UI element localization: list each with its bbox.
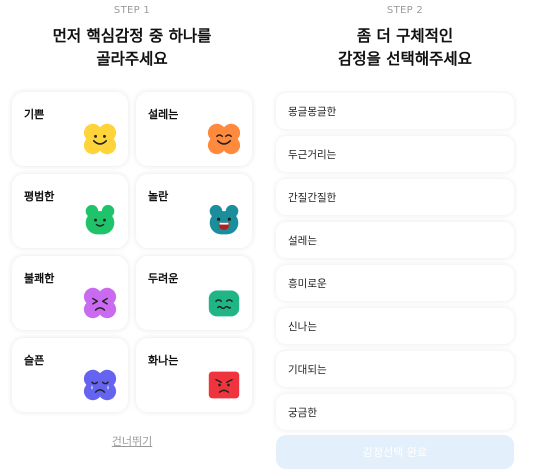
feeling-option[interactable]: 궁금한 — [276, 394, 514, 430]
displeased-face-icon — [83, 287, 117, 319]
step1-title: 먼저 핵심감정 중 하나를 골라주세요 — [0, 25, 264, 71]
emotion-grid: 기쁜 설레는 평범한 놀란 불쾌한 두려운 슬픈 화나는 — [12, 92, 252, 412]
feeling-option[interactable]: 설레는 — [276, 222, 514, 258]
emotion-label: 설레는 — [148, 108, 179, 121]
emotion-card-sad[interactable]: 슬픈 — [12, 338, 128, 412]
emotion-label: 화나는 — [148, 354, 179, 367]
feeling-option[interactable]: 신나는 — [276, 308, 514, 344]
emotion-label: 평범한 — [24, 190, 55, 203]
step2-title: 좀 더 구체적인 감정을 선택해주세요 — [270, 25, 540, 71]
feeling-option[interactable]: 몽글몽글한 — [276, 93, 514, 129]
feeling-option-list: 몽글몽글한 두근거리는 간질간질한 설레는 흥미로운 신나는 기대되는 궁금한 — [276, 93, 514, 437]
emotion-label: 두려운 — [148, 272, 179, 285]
step1-title-line2: 골라주세요 — [96, 50, 168, 68]
feeling-option[interactable]: 기대되는 — [276, 351, 514, 387]
emotion-card-joyful[interactable]: 기쁜 — [12, 92, 128, 166]
emotion-card-excited[interactable]: 설레는 — [136, 92, 252, 166]
step1-panel: STEP 1 먼저 핵심감정 중 하나를 골라주세요 기쁜 설레는 평범한 놀란… — [0, 0, 264, 475]
step2-title-line2: 감정을 선택해주세요 — [338, 50, 472, 68]
happy-face-icon — [83, 123, 117, 155]
emotion-card-unpleasant[interactable]: 불쾌한 — [12, 256, 128, 330]
emotion-card-angry[interactable]: 화나는 — [136, 338, 252, 412]
emotion-label: 기쁜 — [24, 108, 45, 121]
step1-title-line1: 먼저 핵심감정 중 하나를 — [52, 27, 212, 45]
feeling-option[interactable]: 간질간질한 — [276, 179, 514, 215]
complete-selection-button[interactable]: 감정선택 완료 — [276, 435, 514, 469]
step2-indicator: STEP 2 — [386, 5, 424, 16]
scared-face-icon — [208, 290, 240, 317]
angry-face-icon — [208, 371, 240, 399]
emotion-card-ordinary[interactable]: 평범한 — [12, 174, 128, 248]
step1-indicator: STEP 1 — [113, 5, 151, 16]
emotion-label: 놀란 — [148, 190, 169, 203]
excited-face-icon — [207, 123, 241, 155]
feeling-option[interactable]: 두근거리는 — [276, 136, 514, 172]
emotion-label: 불쾌한 — [24, 272, 55, 285]
step2-panel: STEP 2 좀 더 구체적인 감정을 선택해주세요 몽글몽글한 두근거리는 간… — [270, 0, 540, 475]
emotion-label: 슬픈 — [24, 354, 45, 367]
feeling-option[interactable]: 흥미로운 — [276, 265, 514, 301]
sad-face-icon — [83, 369, 117, 401]
surprised-face-icon — [209, 204, 239, 235]
calm-face-icon — [85, 204, 115, 235]
step2-title-line1: 좀 더 구체적인 — [356, 27, 454, 45]
emotion-card-surprised[interactable]: 놀란 — [136, 174, 252, 248]
skip-link[interactable]: 건너뛰기 — [0, 433, 264, 449]
emotion-card-fearful[interactable]: 두려운 — [136, 256, 252, 330]
